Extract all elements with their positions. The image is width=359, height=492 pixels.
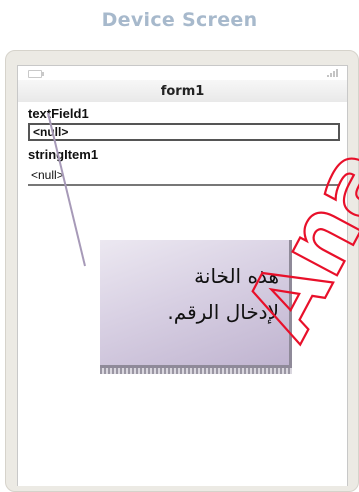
tooltip-popup: هذه الخانة لإدخال الرقم. [100,240,292,368]
tooltip-text: هذه الخانة لإدخال الرقم. [106,258,279,330]
form-title: form1 [160,84,205,99]
tooltip-shadow [100,368,292,374]
device-screen-title: Device Screen [101,9,258,31]
text-field-input[interactable]: <null> [28,123,340,141]
tooltip-line-1: هذه الخانة [194,264,279,288]
string-item-label: stringItem1 [28,147,99,162]
battery-icon [28,70,44,78]
signal-strength-icon [327,69,341,77]
status-bar [18,66,347,80]
tooltip-line-2: لإدخال الرقم. [167,300,279,324]
text-field-label: textField1 [28,106,89,121]
string-item-value: <null> [28,168,340,186]
